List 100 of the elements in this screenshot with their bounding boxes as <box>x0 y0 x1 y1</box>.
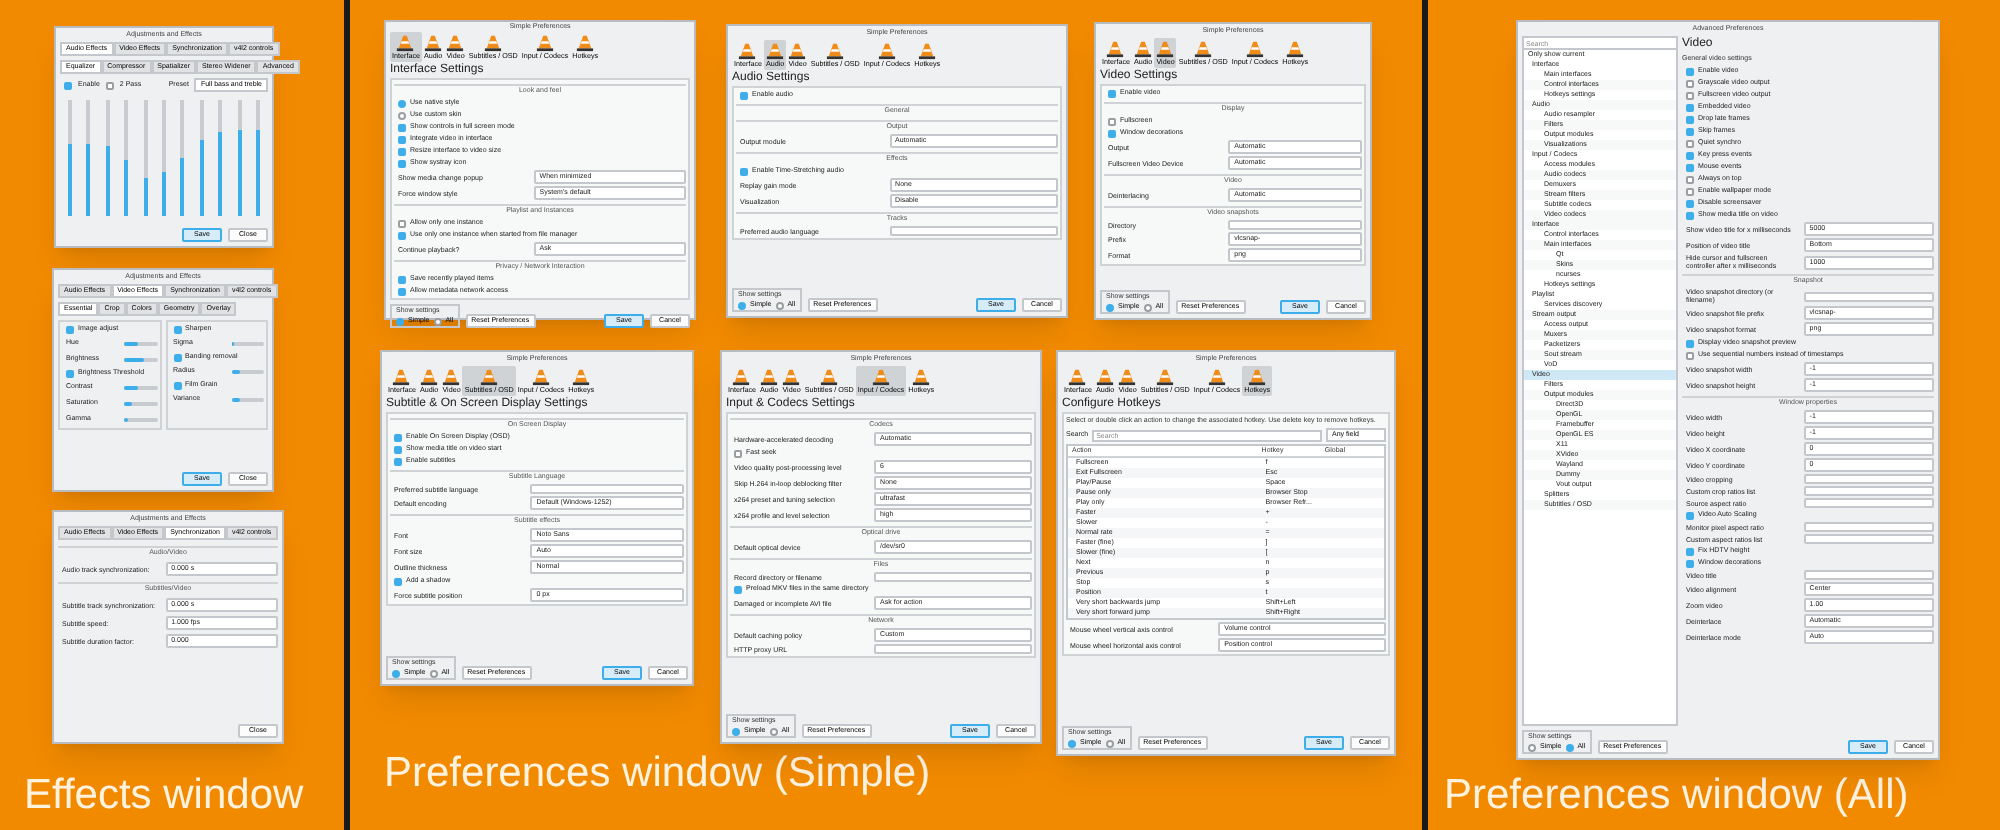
slider-fill[interactable] <box>180 158 185 216</box>
cone-icon <box>912 368 931 386</box>
checkbox[interactable] <box>173 325 181 333</box>
checkbox[interactable] <box>740 91 748 99</box>
checkbox[interactable] <box>1686 199 1694 207</box>
checkbox[interactable] <box>734 449 742 457</box>
radio-button[interactable] <box>769 727 778 735</box>
checkbox[interactable] <box>394 433 402 441</box>
cone-icon <box>442 368 461 386</box>
radio-button[interactable] <box>433 317 442 325</box>
input-field[interactable] <box>1803 498 1934 508</box>
cone-icon <box>1286 40 1305 58</box>
checkbox[interactable] <box>1686 151 1694 159</box>
checkbox[interactable] <box>398 219 406 227</box>
cone-icon <box>484 34 503 52</box>
slider-fill[interactable] <box>124 160 129 216</box>
radio-button[interactable] <box>398 111 406 119</box>
checkbox[interactable] <box>1686 115 1694 123</box>
checkbox[interactable] <box>173 381 181 389</box>
checkbox[interactable] <box>398 147 406 155</box>
slider-fill[interactable] <box>218 132 223 216</box>
cone-icon <box>732 368 751 386</box>
checkbox[interactable] <box>398 135 406 143</box>
checkbox[interactable] <box>394 577 402 585</box>
checkbox[interactable] <box>1686 163 1694 171</box>
checkbox[interactable] <box>1108 129 1116 137</box>
slider-fill[interactable] <box>105 146 110 216</box>
slider-fill[interactable] <box>199 139 204 216</box>
checkbox[interactable] <box>1686 175 1694 183</box>
checkbox[interactable] <box>1686 211 1694 219</box>
cone-icon <box>1068 368 1087 386</box>
checkbox[interactable] <box>394 457 402 465</box>
checkbox[interactable] <box>1686 559 1694 567</box>
caption: Preferences window (All) <box>1444 770 1909 822</box>
cone-icon <box>392 368 411 386</box>
radio-button[interactable] <box>1565 743 1574 751</box>
radio-button[interactable] <box>1106 303 1114 311</box>
slider-fill[interactable] <box>86 144 91 216</box>
cone-icon <box>738 42 757 60</box>
checkbox[interactable] <box>740 167 748 175</box>
cone-icon <box>396 34 415 52</box>
checkbox[interactable] <box>1686 187 1694 195</box>
input-field[interactable] <box>530 484 684 494</box>
checkbox[interactable] <box>1108 89 1116 97</box>
checkbox[interactable] <box>1686 547 1694 555</box>
input-field[interactable] <box>889 226 1058 236</box>
checkbox[interactable] <box>66 325 74 333</box>
checkbox[interactable] <box>394 445 402 453</box>
input-field[interactable] <box>1803 570 1934 580</box>
radio-button[interactable] <box>738 301 746 309</box>
radio-button[interactable] <box>392 669 400 677</box>
checkbox[interactable] <box>398 287 406 295</box>
checkbox[interactable] <box>1686 339 1694 347</box>
checkbox[interactable] <box>734 585 742 593</box>
checkbox[interactable] <box>1108 117 1116 125</box>
checkbox[interactable] <box>105 81 114 89</box>
radio-button[interactable] <box>396 317 404 325</box>
radio-button[interactable] <box>398 99 406 107</box>
cone-icon <box>480 368 499 386</box>
slider-fill[interactable] <box>161 171 166 216</box>
radio-button[interactable] <box>1528 743 1536 751</box>
input-field[interactable] <box>1803 486 1934 496</box>
radio-button[interactable] <box>1068 739 1076 747</box>
radio-button[interactable] <box>429 669 438 677</box>
checkbox[interactable] <box>1686 79 1694 87</box>
cone-icon <box>872 368 890 386</box>
input-field[interactable] <box>1803 522 1934 532</box>
radio-button[interactable] <box>1143 303 1152 311</box>
slider-fill[interactable] <box>143 178 148 216</box>
radio-button[interactable] <box>1105 739 1114 747</box>
checkbox[interactable] <box>173 353 181 361</box>
checkbox[interactable] <box>398 231 406 239</box>
slider-fill[interactable] <box>237 130 242 216</box>
input-field[interactable] <box>1803 534 1934 544</box>
checkbox[interactable] <box>398 123 406 131</box>
checkbox[interactable] <box>1686 103 1694 111</box>
cone-icon <box>536 34 554 52</box>
checkbox[interactable] <box>1686 91 1694 99</box>
checkbox[interactable] <box>64 81 72 89</box>
slider-fill[interactable] <box>255 130 260 216</box>
cone-icon <box>826 42 845 60</box>
input-field[interactable] <box>1228 220 1362 230</box>
checkbox[interactable] <box>1686 351 1694 359</box>
checkbox[interactable] <box>66 369 74 377</box>
input-field[interactable] <box>1803 291 1934 301</box>
cone-icon <box>576 34 595 52</box>
checkbox[interactable] <box>1686 127 1694 135</box>
cone-icon <box>446 34 465 52</box>
radio-button[interactable] <box>775 301 784 309</box>
checkbox[interactable] <box>1686 139 1694 147</box>
checkbox[interactable] <box>1686 67 1694 75</box>
checkbox[interactable] <box>398 159 406 167</box>
input-field[interactable] <box>1803 474 1934 484</box>
caption: Preferences window (Simple) <box>384 748 931 800</box>
radio-button[interactable] <box>732 727 740 735</box>
input-field[interactable] <box>874 572 1032 582</box>
input-field[interactable] <box>874 644 1032 654</box>
checkbox[interactable] <box>1686 511 1694 519</box>
cone-icon <box>878 42 896 60</box>
checkbox[interactable] <box>398 275 406 283</box>
